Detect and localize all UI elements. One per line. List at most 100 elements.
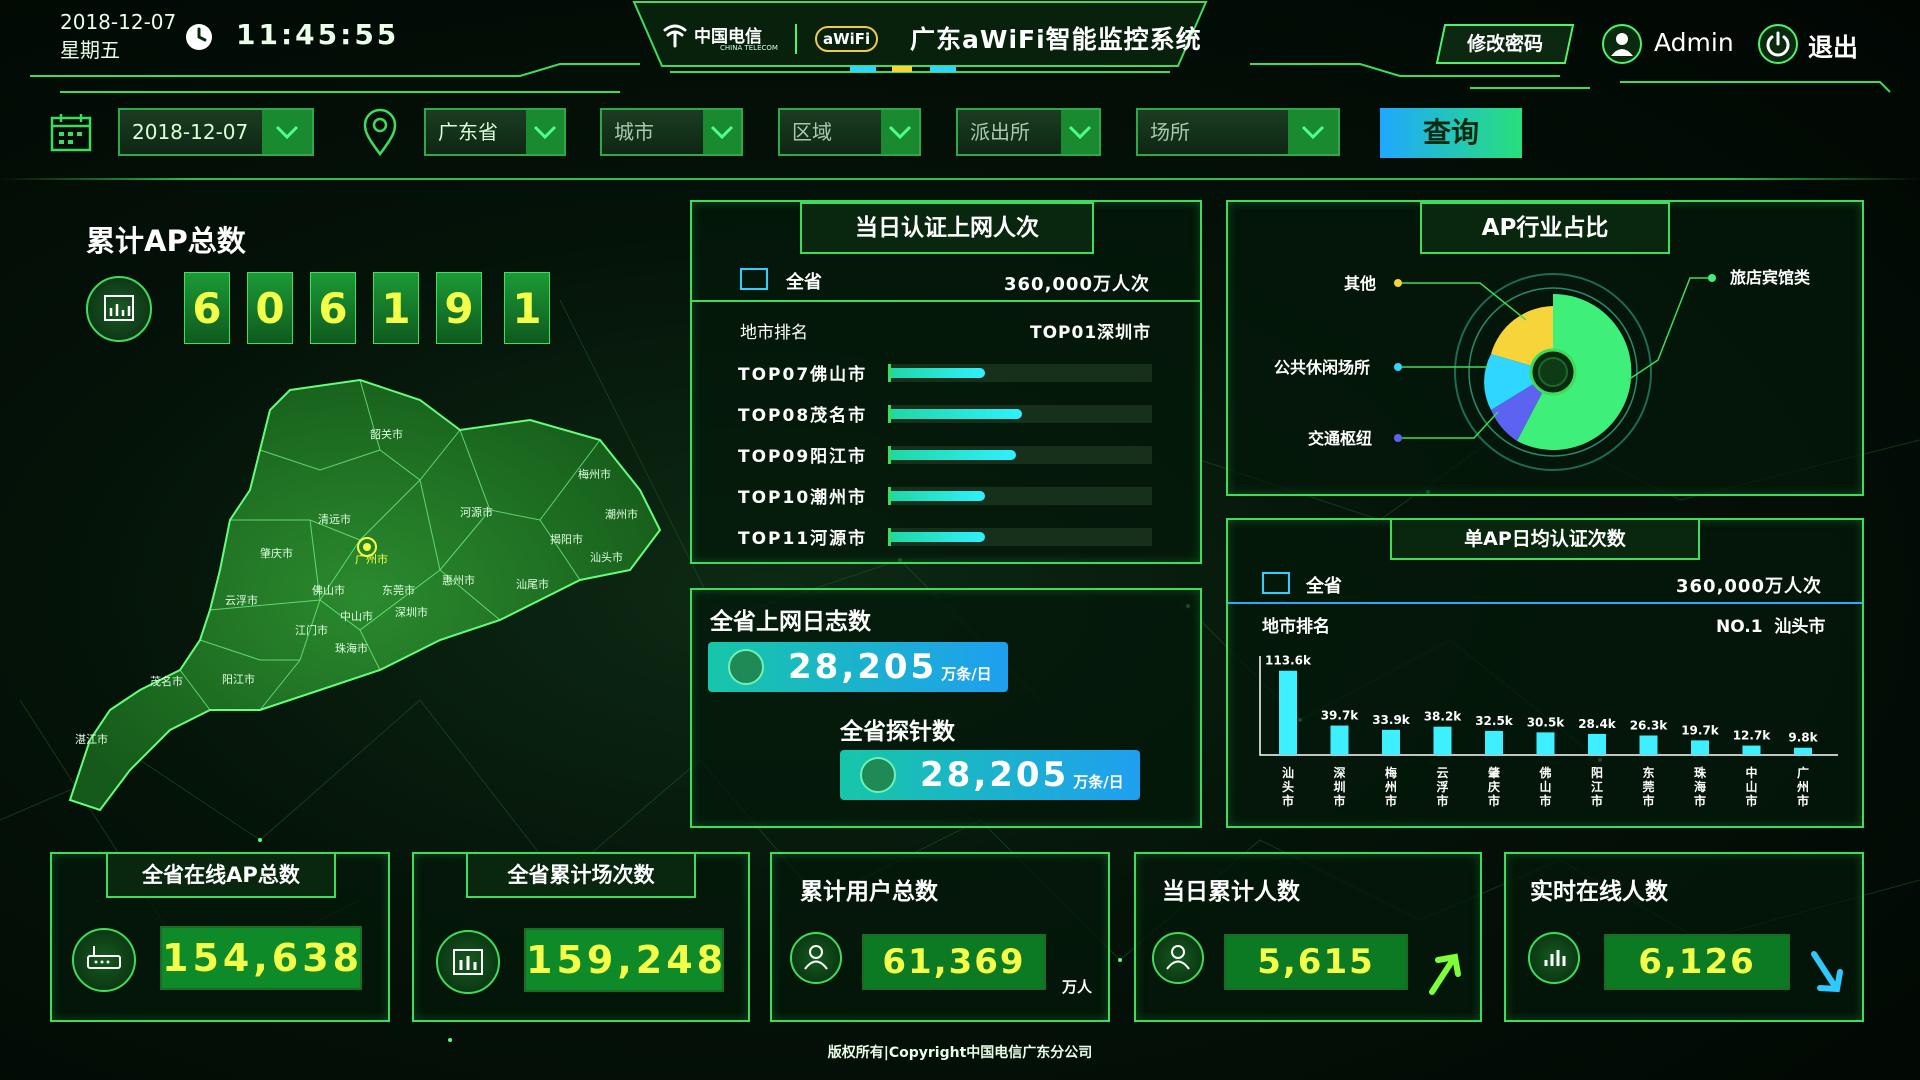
change-password-button[interactable]: 修改密码 <box>1435 24 1575 64</box>
chart-category-label: 市 <box>1333 793 1345 808</box>
district-select[interactable]: 区域 <box>778 108 921 156</box>
daily-auth-bar-fill <box>891 367 985 378</box>
header-weekday: 星期五 <box>60 38 120 62</box>
chart-category-label: 云 <box>1436 766 1448 780</box>
chart-category-label: 庆 <box>1487 779 1500 794</box>
map-label-shanwei: 汕尾市 <box>516 577 549 591</box>
chart-value-label: 32.5k <box>1475 714 1514 728</box>
user-name[interactable]: Admin <box>1654 28 1734 57</box>
online-now-title: 实时在线人数 <box>1530 879 1668 905</box>
daily-auth-bar-track <box>888 363 1152 382</box>
province-select[interactable]: 广东省 <box>424 108 566 156</box>
per-ap-rank-top: NO.1 汕头市 <box>1716 617 1826 637</box>
ap-digit: 6 <box>310 272 356 344</box>
stats-icon <box>436 930 500 994</box>
header-date-block: 2018-12-07 星期五 <box>60 8 176 64</box>
total-users-title: 累计用户总数 <box>800 879 938 905</box>
daily-users-title: 当日累计人数 <box>1162 879 1300 905</box>
chart-category-label: 广 <box>1797 765 1809 780</box>
map-label-dongguan: 东莞市 <box>382 583 415 597</box>
date-select[interactable]: 2018-12-07 <box>118 108 314 156</box>
daily-auth-title: 当日认证上网人次 <box>800 202 1094 254</box>
chevron-down-icon[interactable] <box>703 110 741 154</box>
daily-auth-rank-row: TOP11河源市 <box>738 516 1158 557</box>
daily-auth-bar-fill <box>891 531 985 542</box>
daily-auth-divider <box>692 300 1200 302</box>
daily-auth-rank-list: TOP07佛山市 TOP08茂名市 TOP09阳江市 TOP10潮州市 TOP11河源市 <box>738 352 1158 557</box>
daily-auth-rank-row: TOP08茂名市 <box>738 393 1158 434</box>
brand-separator <box>795 24 797 54</box>
venue-count-value: 159,248 <box>524 928 724 992</box>
per-ap-bar-chart: 113.6k 汕头市 39.7k 深圳市 33.9k 梅州市 38.2k 云浮市 32.5k 肇庆… <box>1259 654 1838 808</box>
chart-category-label: 汕 <box>1282 765 1294 780</box>
user-icon[interactable] <box>1602 24 1642 64</box>
map-label-yunfu: 云浮市 <box>225 593 258 607</box>
chart-bar <box>1485 730 1503 755</box>
city-select-placeholder: 城市 <box>614 120 654 144</box>
chart-category-label: 州 <box>1384 780 1397 794</box>
daily-auth-bar-fill <box>891 490 985 501</box>
chevron-down-icon[interactable] <box>526 110 564 154</box>
chevron-down-icon[interactable] <box>881 110 919 154</box>
header-time: 11:45:55 <box>236 18 400 51</box>
id-card-icon <box>1262 572 1290 594</box>
daily-auth-rank-label: 地市排名 <box>740 323 808 343</box>
daily-auth-rank-row: TOP10潮州市 <box>738 475 1158 516</box>
log-count-title: 全省上网日志数 <box>710 609 871 635</box>
city-select[interactable]: 城市 <box>600 108 743 156</box>
log-count-unit: 万条/日 <box>941 664 992 683</box>
query-button[interactable]: 查询 <box>1380 108 1522 158</box>
police-station-select[interactable]: 派出所 <box>956 108 1101 156</box>
chart-value-label: 30.5k <box>1527 715 1566 729</box>
id-card-icon <box>740 268 768 290</box>
chart-bar <box>1433 726 1452 755</box>
chart-category-label: 州 <box>1796 780 1809 794</box>
per-ap-scope-value: 360,000万人次 <box>1676 576 1822 597</box>
trend-up-arrow-icon <box>1429 953 1461 995</box>
chart-category-label: 市 <box>1745 793 1757 808</box>
chart-bar <box>1639 735 1658 755</box>
police-station-select-placeholder: 派出所 <box>970 120 1030 144</box>
map-label-huizhou: 惠州市 <box>442 573 475 587</box>
daily-auth-rank-label: TOP07佛山市 <box>738 365 868 385</box>
daily-auth-rank-label: TOP11河源市 <box>738 529 868 549</box>
chart-category-label: 市 <box>1539 793 1551 808</box>
chart-value-label: 33.9k <box>1372 713 1411 727</box>
chart-category-label: 山 <box>1539 779 1551 794</box>
map-label-heyuan: 河源市 <box>460 505 493 519</box>
chevron-down-icon[interactable] <box>262 110 312 154</box>
chart-category-label: 头 <box>1282 779 1294 794</box>
header-divider <box>0 178 1920 180</box>
chart-category-label: 梅 <box>1385 765 1397 780</box>
chart-value-label: 113.6k <box>1265 654 1312 668</box>
chart-category-label: 佛 <box>1538 765 1551 780</box>
wifi-icon <box>728 649 764 685</box>
probe-icon <box>860 757 896 793</box>
daily-users-value: 5,615 <box>1224 934 1408 990</box>
user-icon <box>1152 932 1204 984</box>
chevron-down-icon[interactable] <box>1288 110 1338 154</box>
chart-value-label: 19.7k <box>1681 723 1720 737</box>
chart-value-label: 28.4k <box>1578 717 1617 731</box>
map-label-qingyuan: 清远市 <box>318 512 351 526</box>
chart-category-label: 海 <box>1694 779 1706 794</box>
probe-count-pill: 28,205 万条/日 <box>840 750 1140 800</box>
chart-value-label: 39.7k <box>1321 709 1360 723</box>
chart-bar <box>1279 670 1297 755</box>
ap-digit: 0 <box>247 272 293 344</box>
ap-digit: 1 <box>504 272 550 344</box>
logout-button[interactable]: 退出 <box>1808 28 1858 64</box>
daily-auth-rank-label: TOP10潮州市 <box>738 488 868 508</box>
power-icon[interactable] <box>1758 24 1798 64</box>
daily-auth-scope-label: 全省 <box>786 272 822 293</box>
chart-category-label: 市 <box>1797 793 1809 808</box>
chart-category-label: 珠 <box>1694 765 1707 780</box>
venue-count-title: 全省累计场次数 <box>466 852 696 898</box>
daily-auth-bar-track <box>888 527 1152 546</box>
map-label-zhanjiang: 湛江市 <box>75 732 108 746</box>
per-ap-divider <box>1228 602 1862 604</box>
venue-select[interactable]: 场所 <box>1136 108 1340 156</box>
legend-other: 其他 <box>1344 274 1376 293</box>
chevron-down-icon[interactable] <box>1061 110 1099 154</box>
chart-category-label: 阳 <box>1591 765 1603 780</box>
